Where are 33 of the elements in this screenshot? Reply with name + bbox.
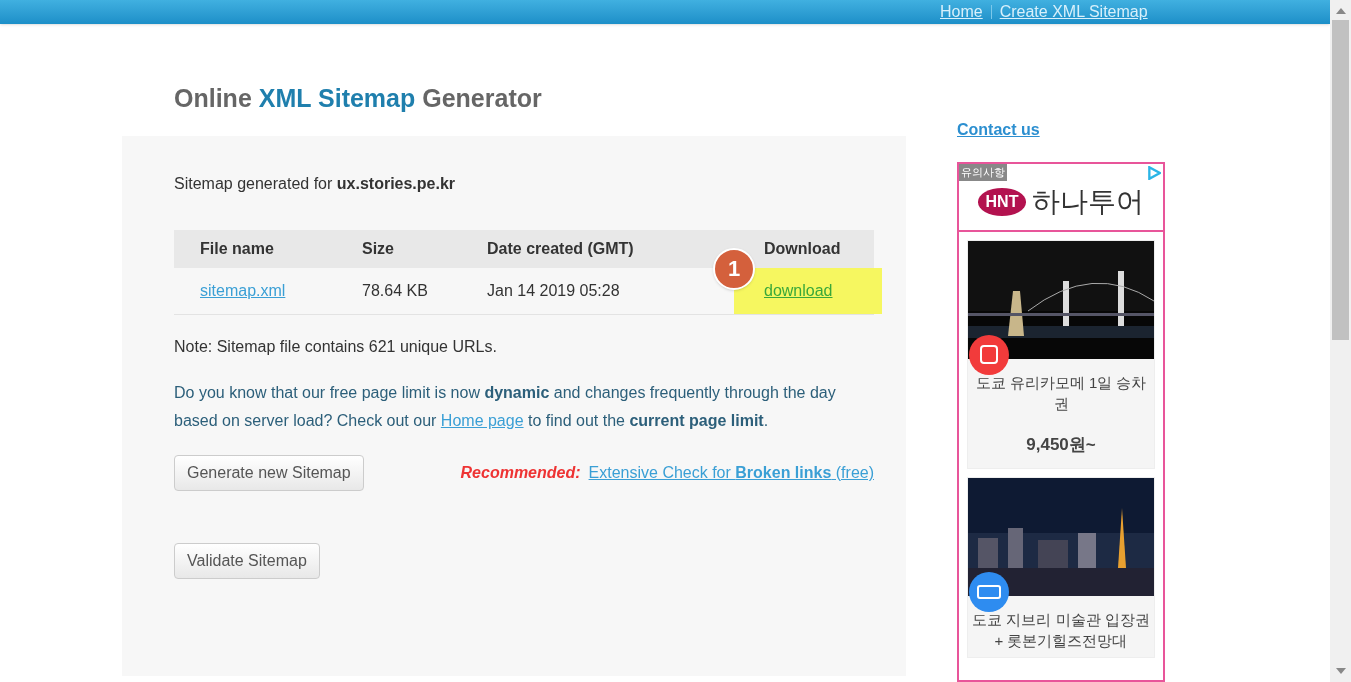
- nav-link[interactable]: Create XML Sitemap: [999, 0, 1148, 24]
- note-text: Note: Sitemap file contains 621 unique URLs.: [174, 336, 498, 357]
- info-paragraph: Do you know that our free page limit is now dynamic and changes frequently through the day based on server load? Check out our Home page to find out the current page limit.: [174, 382, 837, 431]
- ad-title: 도쿄 유리카모메 1일 승차권: [974, 373, 1148, 414]
- recommended-label: Recommended:: [460, 462, 581, 483]
- download-link[interactable]: download: [764, 278, 833, 303]
- scroll-thumb[interactable]: [1332, 20, 1349, 340]
- scroll-up-icon[interactable]: [1335, 8, 1346, 14]
- file-link[interactable]: sitemap.xml: [200, 281, 286, 299]
- brand-name: 하나투어: [1032, 185, 1145, 219]
- column-header: File name: [200, 239, 274, 257]
- brand-logo: HNT: [977, 188, 1027, 216]
- scroll-down-icon[interactable]: [1335, 668, 1346, 674]
- ad-card[interactable]: 도쿄 유리카모메 1일 승차권 9,450원~: [967, 240, 1155, 469]
- ad-title: 도쿄 지브리 미술관 입장권 + 롯본기힐즈전망대: [971, 609, 1151, 651]
- ad-notice: 유의사항: [959, 164, 1007, 181]
- column-header: Size: [362, 239, 394, 257]
- validate-button[interactable]: Validate Sitemap: [174, 542, 320, 579]
- generate-button[interactable]: Generate new Sitemap: [174, 454, 364, 491]
- ad-choices-icon: [1147, 166, 1161, 180]
- table-cell: 78.64 KB: [362, 281, 428, 299]
- ad-card[interactable]: 도쿄 지브리 미술관 입장권 + 롯본기힐즈전망대: [967, 476, 1155, 658]
- contact-link[interactable]: Contact us: [957, 121, 1040, 138]
- column-header: Download: [764, 239, 841, 257]
- nav-link[interactable]: Home: [940, 0, 983, 24]
- generated-text: Sitemap generated for ux.stories.pe.kr: [174, 173, 457, 194]
- ad-banner[interactable]: 유의사항 HNT 하나투어 도쿄 유리카모메 1일 승차권 9,450원~ 도쿄 지브리 미술관 입장권 + 롯본기힐즈전망대: [957, 162, 1165, 682]
- broken-links-link[interactable]: Extensive Check for Broken links (free): [588, 460, 874, 485]
- table-cell: Jan 14 2019 05:28: [487, 281, 620, 299]
- home-page-link[interactable]: Home page: [440, 411, 524, 429]
- column-header: Date created (GMT): [487, 239, 634, 257]
- ad-price: 9,450원~: [1025, 434, 1097, 456]
- page-title: Online XML Sitemap Generator: [173, 83, 543, 114]
